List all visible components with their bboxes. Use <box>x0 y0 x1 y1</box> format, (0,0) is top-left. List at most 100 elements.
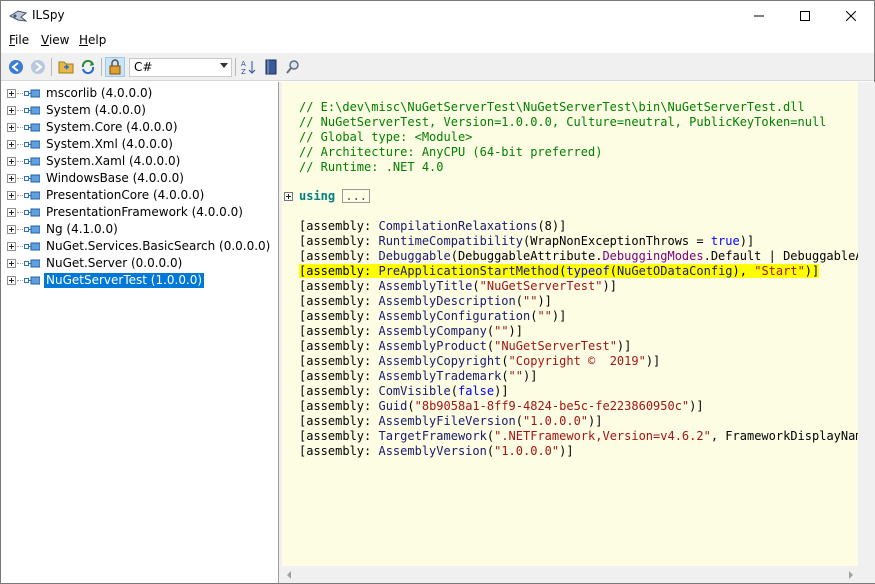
attribute-name: AssemblyTitle <box>378 279 473 293</box>
expand-icon[interactable] <box>7 191 16 200</box>
show-private-button[interactable] <box>105 57 125 77</box>
tree-item[interactable]: PresentationFramework (4.0.0.0) <box>1 204 279 221</box>
forward-button[interactable] <box>28 57 48 77</box>
expand-icon[interactable] <box>7 276 16 285</box>
bool-literal: false <box>457 384 495 398</box>
tree-item[interactable]: System.Core (4.0.0.0) <box>1 119 279 136</box>
assembly-prefix: [assembly: <box>299 369 379 383</box>
attribute-name: AssemblyConfiguration <box>378 309 531 323</box>
string-literal: "" <box>494 324 509 338</box>
menu-view[interactable]: View <box>39 33 71 47</box>
assembly-icon <box>24 276 40 285</box>
attribute-name: Guid <box>378 399 408 413</box>
attribute-name: TargetFramework <box>378 429 487 443</box>
expand-icon[interactable] <box>7 259 16 268</box>
tree-item[interactable]: WindowsBase (4.0.0.0) <box>1 170 279 187</box>
closing: )] <box>804 264 820 278</box>
tree-item[interactable]: NuGetServerTest (1.0.0.0) <box>1 272 279 289</box>
expand-icon[interactable] <box>7 174 16 183</box>
using-block[interactable]: using ... <box>299 189 371 204</box>
tree-item[interactable]: PresentationCore (4.0.0.0) <box>1 187 279 204</box>
tree-connector <box>17 127 23 128</box>
code-line: [assembly: TargetFramework(".NETFramewor… <box>299 429 858 444</box>
assembly-prefix: [assembly: <box>299 309 379 323</box>
back-button[interactable] <box>6 57 26 77</box>
code-line: [assembly: CompilationRelaxations(8)] <box>299 219 566 234</box>
close-icon <box>846 11 856 21</box>
menu-file-label: ile <box>15 33 30 47</box>
menu-file[interactable]: File <box>7 33 31 47</box>
code-line: [assembly: AssemblyTrademark("")] <box>299 369 538 383</box>
assembly-tree[interactable]: mscorlib (4.0.0.0) System (4.0.0.0) System… <box>1 82 279 583</box>
assembly-icon <box>24 259 40 268</box>
toolbar-separator <box>51 58 52 76</box>
refresh-button[interactable] <box>78 57 98 77</box>
expand-icon[interactable] <box>7 225 16 234</box>
refresh-icon <box>81 59 95 75</box>
code-line: [assembly: AssemblyTitle("NuGetServerTes… <box>299 279 617 293</box>
assembly-icon <box>24 89 40 98</box>
tree-item[interactable]: System.Xml (4.0.0.0) <box>1 136 279 153</box>
arguments: (WrapNonExceptionThrows = <box>522 234 711 248</box>
code-line: [assembly: RuntimeCompatibility(WrapNonE… <box>299 234 754 249</box>
using-ellipsis[interactable]: ... <box>342 189 371 203</box>
tree-connector <box>17 110 23 111</box>
assembly-prefix: [assembly: <box>299 279 379 293</box>
tree-item[interactable]: System (4.0.0.0) <box>1 102 279 119</box>
ilspy-window: ILSpy File View Help C# A Z mscorlib (4.… <box>0 0 875 584</box>
window-title: ILSpy <box>32 8 65 22</box>
expand-icon[interactable] <box>7 123 16 132</box>
code-line: [assembly: AssemblyCopyright("Copyright … <box>299 354 661 368</box>
code-line: [assembly: AssemblyCompany("")] <box>299 324 523 338</box>
attribute-name: AssemblyProduct <box>378 339 487 353</box>
expand-icon[interactable] <box>7 89 16 98</box>
title-bar[interactable]: ILSpy <box>1 1 874 31</box>
scroll-left-icon[interactable] <box>287 571 291 579</box>
code-comment-line: // Architecture: AnyCPU (64-bit preferre… <box>299 145 603 159</box>
horizontal-scrollbar[interactable] <box>282 566 858 583</box>
menu-help-accel: H <box>79 33 89 47</box>
arguments: (DebuggableAttribute. <box>450 249 603 263</box>
language-select[interactable]: C# <box>129 58 232 77</box>
minimize-button[interactable] <box>736 1 782 31</box>
string-literal: "1.0.0.0" <box>494 444 560 458</box>
expand-icon[interactable] <box>7 208 16 217</box>
string-literal: "1.0.0.0" <box>523 414 589 428</box>
expand-icon[interactable] <box>7 140 16 149</box>
expand-icon[interactable] <box>7 157 16 166</box>
assembly-prefix: [assembly: <box>299 429 379 443</box>
open-folder-icon <box>58 61 74 74</box>
tree-connector <box>17 263 23 264</box>
vertical-scrollbar[interactable] <box>858 82 875 566</box>
menu-help[interactable]: Help <box>77 33 108 47</box>
attribute-name: AssemblyDescription <box>378 294 516 308</box>
code-line: [assembly: Debuggable(DebuggableAttribut… <box>299 249 858 264</box>
decompiled-code-view[interactable]: // E:\dev\misc\NuGetServerTest\NuGetServ… <box>282 82 858 566</box>
expand-using-icon[interactable] <box>284 192 293 201</box>
tree-item[interactable]: mscorlib (4.0.0.0) <box>1 85 279 102</box>
close-button[interactable] <box>828 1 874 31</box>
tree-item[interactable]: NuGet.Services.BasicSearch (0.0.0.0) <box>1 238 279 255</box>
maximize-button[interactable] <box>782 1 828 31</box>
code-comment-line: // Global type: <Module> <box>299 130 473 144</box>
ilspy-app-icon <box>9 10 27 22</box>
assembly-prefix: [assembly: <box>299 324 379 338</box>
search-button[interactable] <box>283 57 303 77</box>
expand-icon[interactable] <box>7 106 16 115</box>
tree-item[interactable]: System.Xaml (4.0.0.0) <box>1 153 279 170</box>
search-icon <box>286 60 299 74</box>
tree-item[interactable]: NuGet.Server (0.0.0.0) <box>1 255 279 272</box>
sort-button[interactable]: AZ <box>239 57 259 77</box>
assembly-prefix: [assembly: <box>299 264 379 278</box>
scroll-right-icon[interactable] <box>849 571 853 579</box>
assembly-prefix: [assembly: <box>299 294 379 308</box>
code-line: [assembly: AssemblyFileVersion("1.0.0.0"… <box>299 414 603 428</box>
attribute-name: AssemblyFileVersion <box>378 414 516 428</box>
string-literal: "8b9058a1-8ff9-4824-be5c-fe223860950c" <box>414 399 690 413</box>
book-button[interactable] <box>261 57 281 77</box>
tree-item[interactable]: Ng (4.1.0.0) <box>1 221 279 238</box>
open-button[interactable] <box>56 57 76 77</box>
tree-item-label: NuGet.Server (0.0.0.0) <box>46 256 183 270</box>
expand-icon[interactable] <box>7 242 16 251</box>
toolbar-separator <box>235 58 236 76</box>
